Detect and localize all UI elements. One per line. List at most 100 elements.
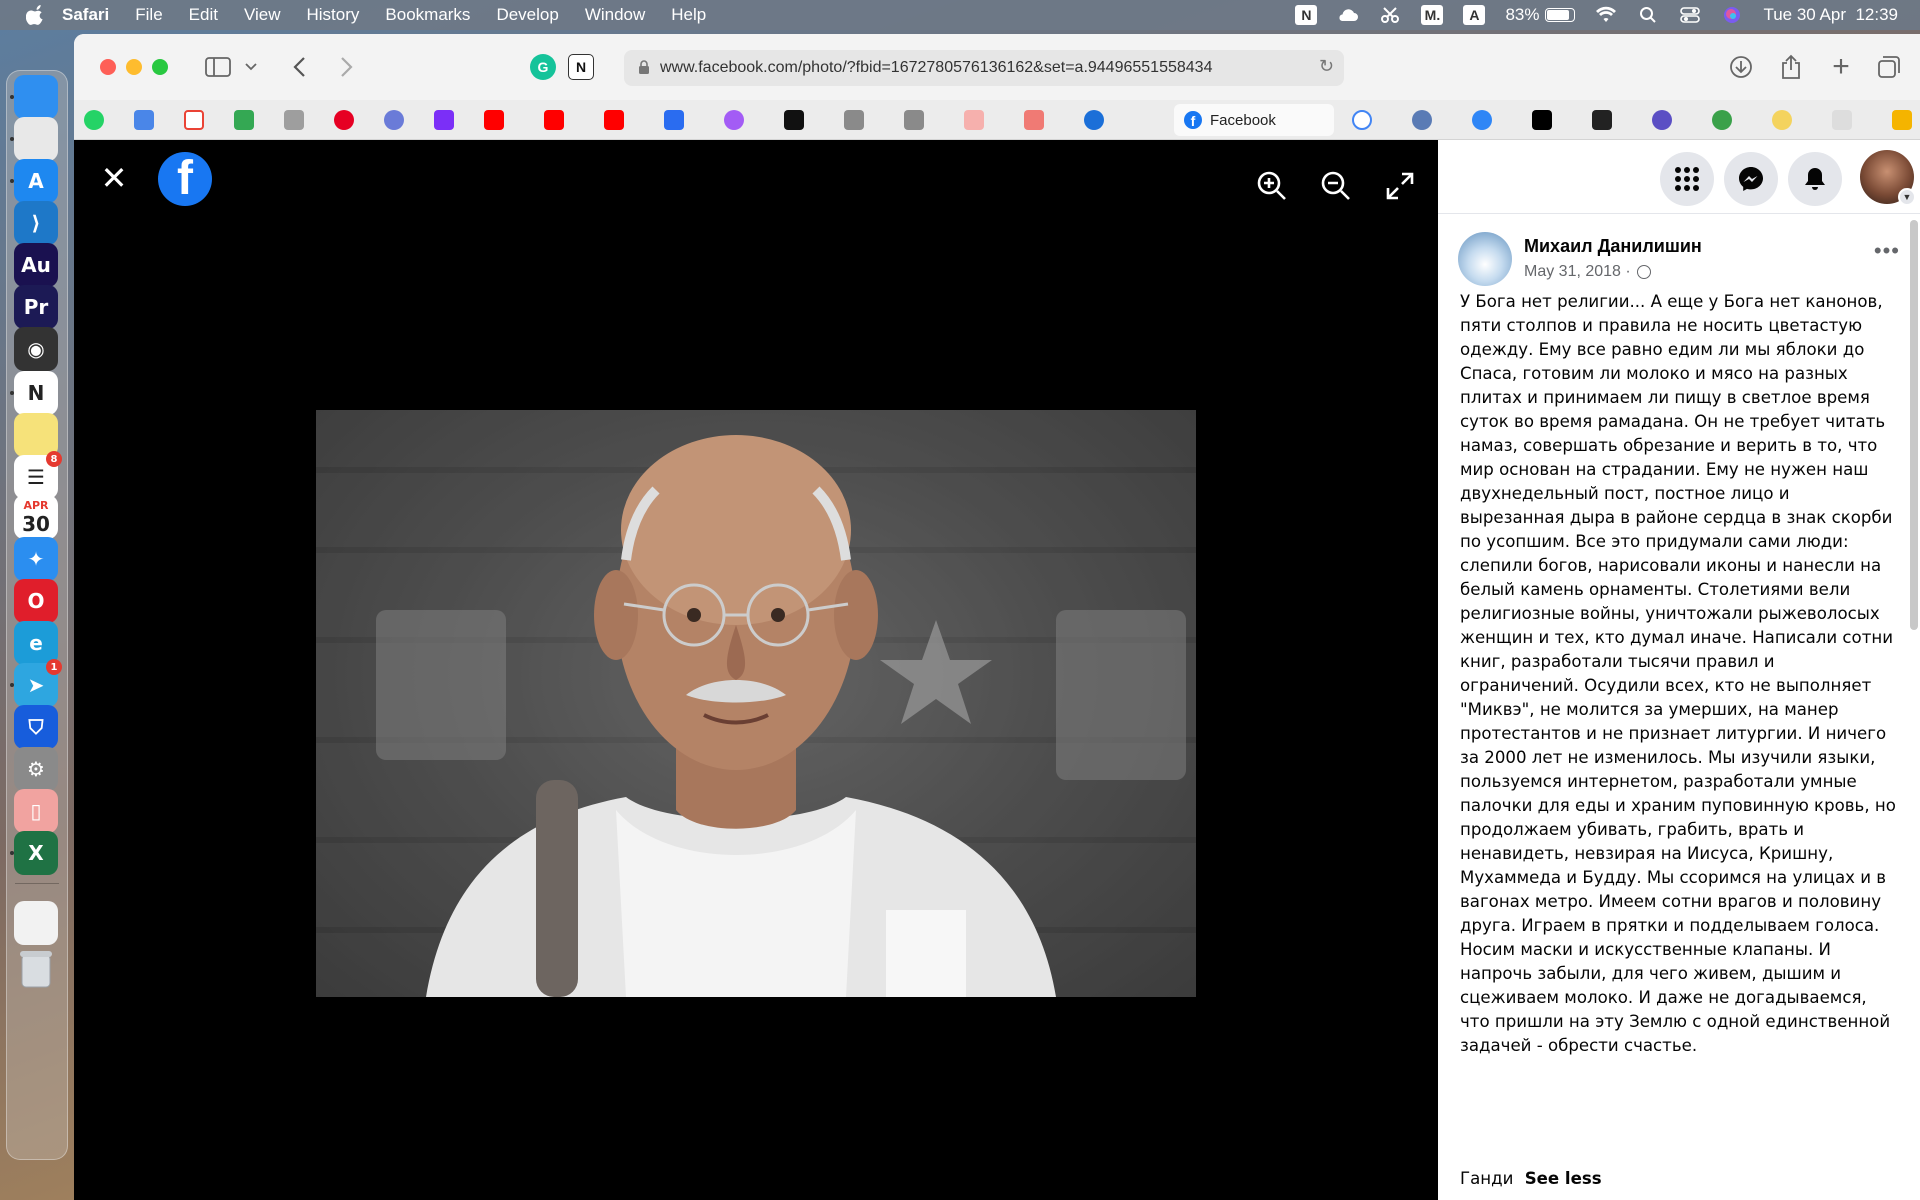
- sheets-favorite-icon[interactable]: [234, 110, 254, 130]
- post-date[interactable]: May 31, 2018 ·: [1524, 263, 1631, 281]
- menu-view[interactable]: View: [244, 5, 281, 25]
- fullscreen-icon[interactable]: [1384, 170, 1416, 202]
- account-avatar[interactable]: ▼: [1860, 150, 1916, 206]
- telegram-icon[interactable]: ➤ 1: [10, 659, 62, 707]
- finder-icon[interactable]: [10, 75, 58, 119]
- gmail-favorite-icon[interactable]: [184, 110, 204, 130]
- reload-icon[interactable]: ↻: [1319, 56, 1334, 77]
- facebook-logo[interactable]: f: [158, 152, 212, 206]
- address-bar[interactable]: www.facebook.com/photo/?fbid=16727805761…: [624, 50, 1344, 86]
- author-name[interactable]: Михаил Данилишин: [1524, 236, 1702, 257]
- calendar-icon[interactable]: APR 30: [14, 495, 58, 539]
- author-avatar[interactable]: [1458, 232, 1512, 286]
- control-center-icon[interactable]: [1679, 5, 1701, 25]
- menu-app-name[interactable]: Safari: [62, 5, 109, 25]
- google-favorite-icon[interactable]: [1352, 110, 1372, 130]
- downloads-icon[interactable]: [1726, 51, 1756, 83]
- recent-document-icon[interactable]: [14, 901, 58, 945]
- messenger-favorite-icon[interactable]: [724, 110, 744, 130]
- panel-scrollbar[interactable]: [1910, 220, 1918, 630]
- drive-favorite-icon[interactable]: [1892, 110, 1912, 130]
- menu-bookmarks[interactable]: Bookmarks: [385, 5, 470, 25]
- scissors-status-icon[interactable]: [1379, 5, 1401, 25]
- youtube-favorite-icon-2[interactable]: [544, 110, 564, 130]
- l-favorite-icon[interactable]: [284, 110, 304, 130]
- input-source-icon[interactable]: A: [1463, 5, 1486, 25]
- youtube-favorite-icon-3[interactable]: [604, 110, 624, 130]
- dark-favorite-icon[interactable]: [784, 110, 804, 130]
- yellow-search-favorite-icon[interactable]: [1772, 110, 1792, 130]
- app-store-icon[interactable]: A: [10, 159, 58, 203]
- premiere-icon[interactable]: Pr: [14, 285, 58, 329]
- m-favorite-icon[interactable]: [434, 110, 454, 130]
- trash-icon[interactable]: [14, 947, 58, 991]
- plus-favorite-icon[interactable]: [664, 110, 684, 130]
- pink-favorite-icon-1[interactable]: [964, 110, 984, 130]
- menu-edit[interactable]: Edit: [189, 5, 218, 25]
- notifications-bell-icon[interactable]: [1788, 152, 1842, 206]
- new-tab-icon[interactable]: +: [1826, 50, 1856, 83]
- globe-favorite-icon[interactable]: [1412, 110, 1432, 130]
- account-chevron-down-icon[interactable]: ▼: [1898, 188, 1916, 206]
- youtube-favorite-icon-1[interactable]: [484, 110, 504, 130]
- vscode-icon[interactable]: ⟩: [14, 201, 58, 245]
- menu-develop[interactable]: Develop: [496, 5, 558, 25]
- sst-favorite-icon[interactable]: [1832, 110, 1852, 130]
- minimize-window-button[interactable]: [126, 59, 142, 75]
- forward-icon[interactable]: [334, 51, 360, 83]
- translate-favorite-icon[interactable]: [134, 110, 154, 130]
- opera-icon[interactable]: O: [14, 579, 58, 623]
- cloud-status-icon[interactable]: [1337, 5, 1359, 25]
- notion-status-icon[interactable]: N: [1295, 5, 1318, 25]
- tab-facebook[interactable]: f Facebook: [1174, 104, 1334, 136]
- apple-menu-icon[interactable]: [26, 5, 46, 25]
- circle-favorite-icon[interactable]: [1472, 110, 1492, 130]
- system-settings-icon[interactable]: ⚙: [14, 747, 58, 791]
- notion-extension-icon[interactable]: N: [568, 54, 594, 80]
- w-favorite-icon[interactable]: [1592, 110, 1612, 130]
- post-more-options-icon[interactable]: •••: [1874, 238, 1900, 264]
- grammarly-icon[interactable]: G: [530, 54, 556, 80]
- see-less-link[interactable]: See less: [1525, 1169, 1602, 1188]
- close-viewer-icon[interactable]: ✕: [100, 162, 128, 194]
- wifi-icon[interactable]: [1595, 5, 1617, 25]
- screen-app-icon[interactable]: ▯: [14, 789, 58, 833]
- menu-window[interactable]: Window: [585, 5, 645, 25]
- reminders-icon[interactable]: ☰ 8: [14, 451, 62, 499]
- excel-icon[interactable]: X: [10, 831, 58, 875]
- bitwarden-icon[interactable]: ⛉: [14, 705, 58, 749]
- audition-icon[interactable]: Au: [14, 243, 58, 287]
- sidebar-toggle-icon[interactable]: [202, 51, 234, 83]
- battery-status[interactable]: 83%: [1505, 5, 1576, 25]
- launchpad-icon[interactable]: [10, 117, 58, 161]
- tab-overview-icon[interactable]: [1874, 51, 1904, 83]
- menu-bar-clock[interactable]: Tue 30 Apr 12:39: [1763, 5, 1898, 25]
- siri-icon[interactable]: [1721, 5, 1743, 25]
- apps-menu-icon[interactable]: [1660, 152, 1714, 206]
- spotlight-search-icon[interactable]: [1637, 5, 1659, 25]
- shield-favorite-icon[interactable]: [1652, 110, 1672, 130]
- menu-help[interactable]: Help: [671, 5, 706, 25]
- f-favorite-icon[interactable]: [844, 110, 864, 130]
- eye-favorite-icon[interactable]: [384, 110, 404, 130]
- m-grey-favorite-icon[interactable]: [904, 110, 924, 130]
- back-icon[interactable]: [286, 51, 312, 83]
- messenger-icon[interactable]: [1724, 152, 1778, 206]
- pink-favorite-icon-2[interactable]: [1024, 110, 1044, 130]
- zoom-out-icon[interactable]: [1320, 170, 1352, 202]
- menu-file[interactable]: File: [135, 5, 162, 25]
- sidebar-chevron-down-icon[interactable]: [242, 51, 260, 83]
- whatsapp-favorite-icon[interactable]: [84, 110, 104, 130]
- wave-favorite-icon[interactable]: [1084, 110, 1104, 130]
- menu-history[interactable]: History: [307, 5, 360, 25]
- close-window-button[interactable]: [100, 59, 116, 75]
- url-text[interactable]: www.facebook.com/photo/?fbid=16727805761…: [660, 59, 1212, 77]
- zoom-in-icon[interactable]: [1256, 170, 1288, 202]
- medium-status-icon[interactable]: M.: [1421, 5, 1444, 25]
- search-green-favorite-icon[interactable]: [1712, 110, 1732, 130]
- pinterest-favorite-icon[interactable]: [334, 110, 354, 130]
- zoom-window-button[interactable]: [152, 59, 168, 75]
- notion-icon[interactable]: N: [10, 371, 58, 415]
- obs-icon[interactable]: ◉: [14, 327, 58, 371]
- post-photo[interactable]: [316, 410, 1196, 997]
